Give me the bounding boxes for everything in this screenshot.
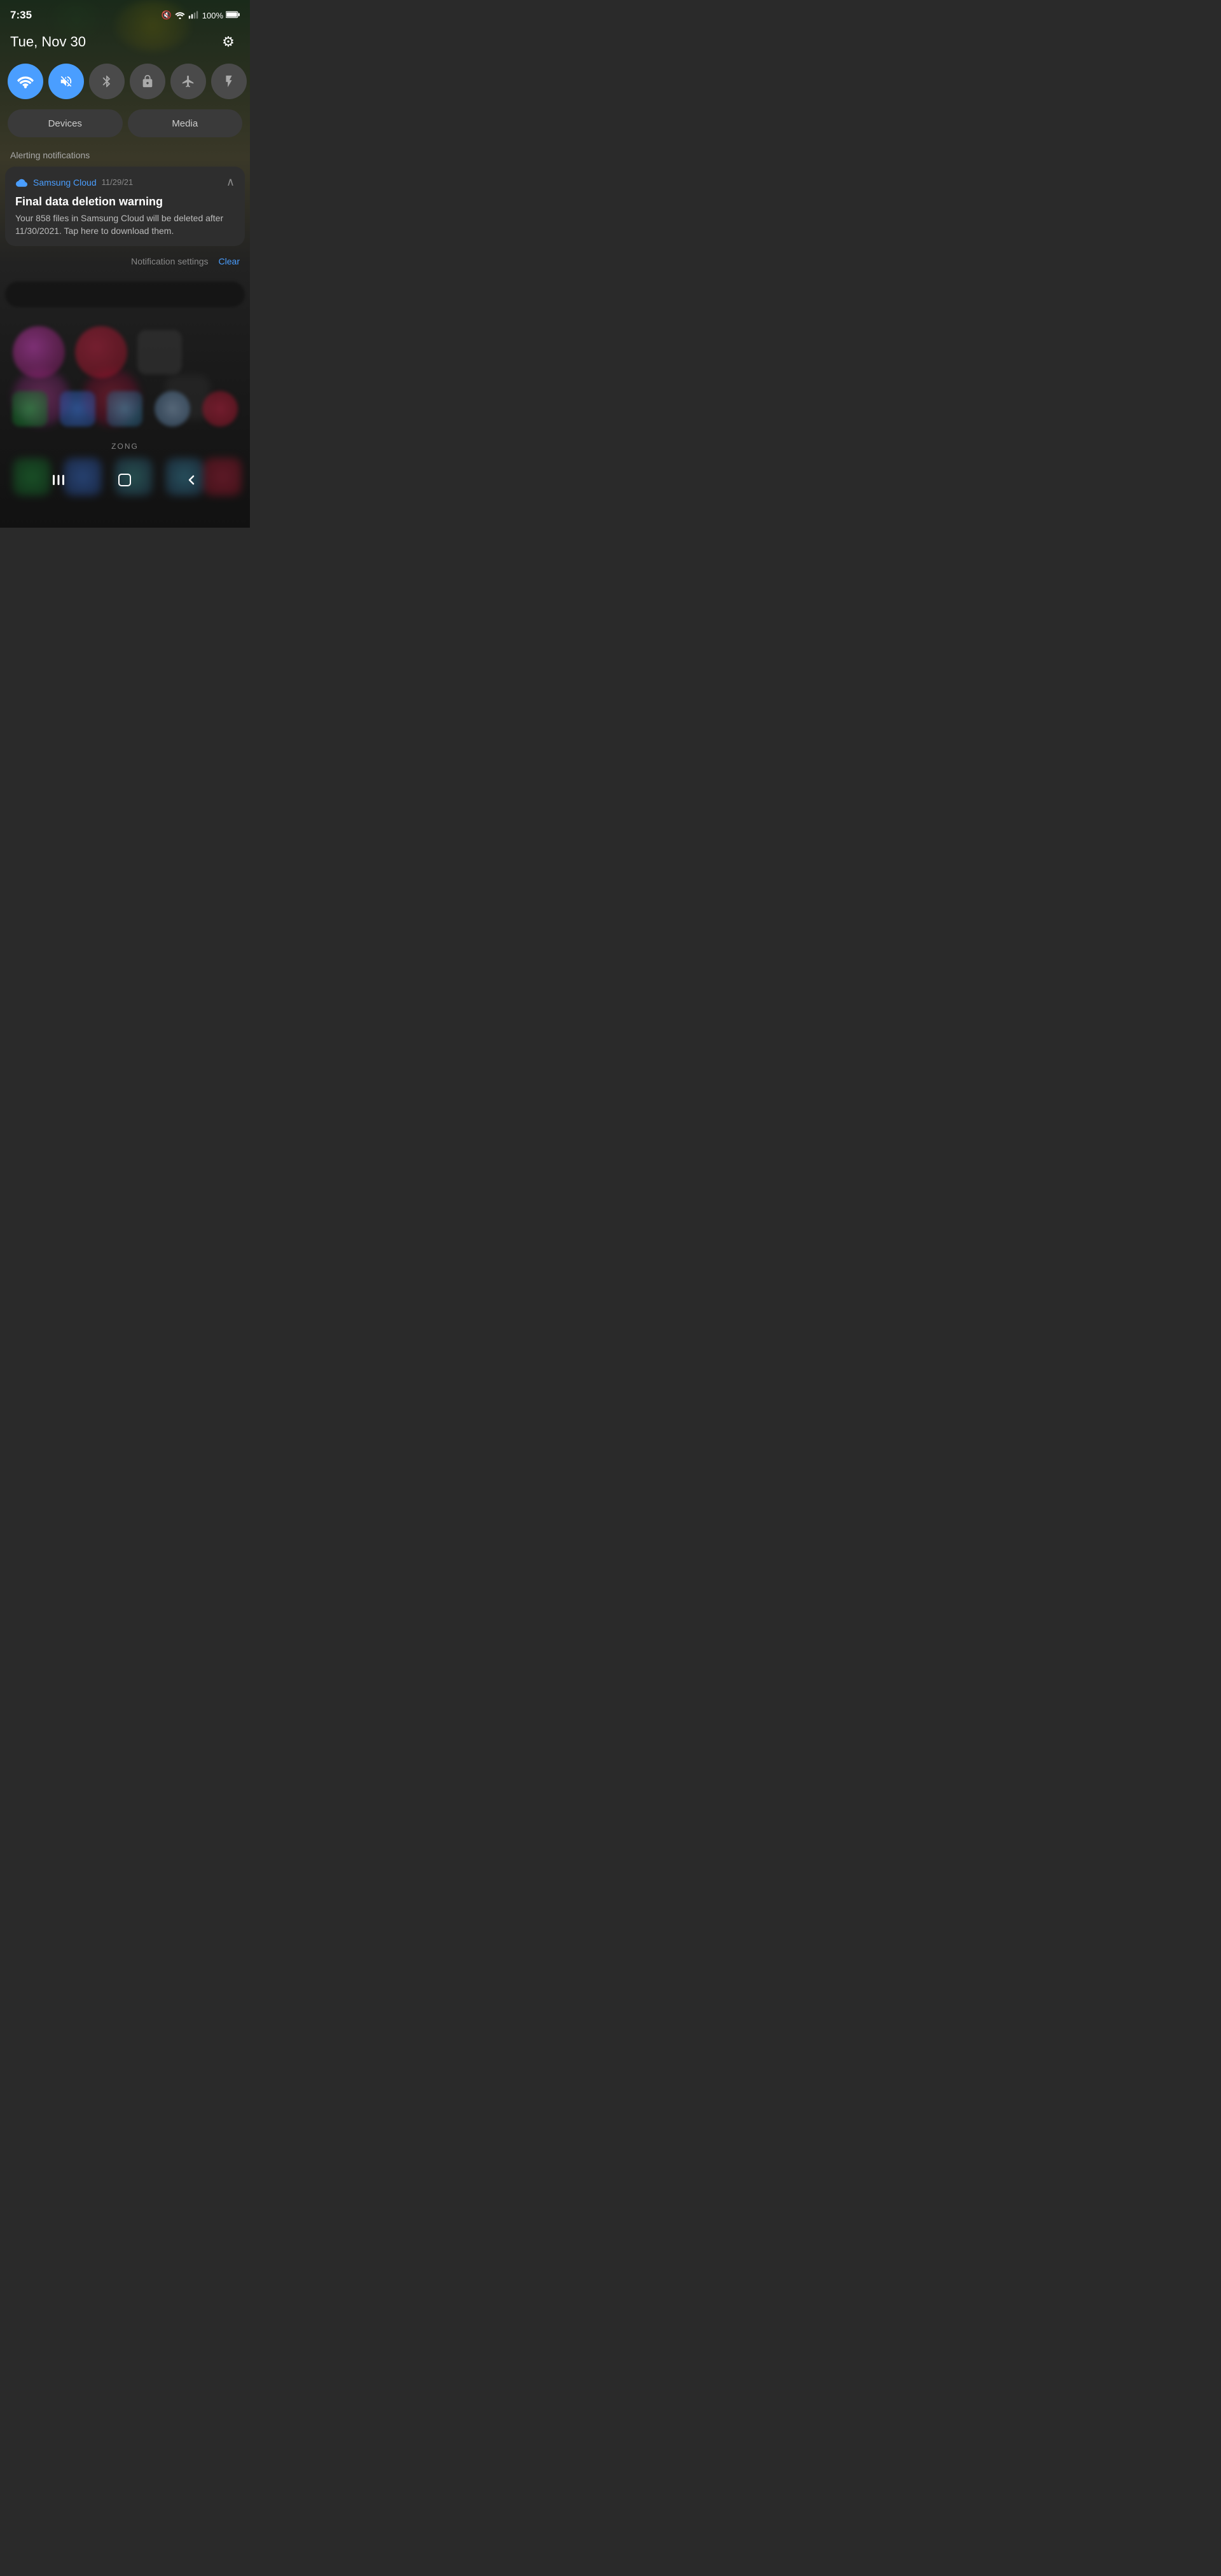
blurred-bottom-app-5: [202, 391, 238, 427]
notification-date: 11/29/21: [102, 177, 134, 187]
notification-settings-button[interactable]: Notification settings: [131, 256, 208, 266]
status-time: 7:35: [10, 9, 32, 22]
devices-button[interactable]: Devices: [8, 109, 123, 137]
navigation-bar: [0, 458, 250, 507]
notification-body: Your 858 files in Samsung Cloud will be …: [15, 212, 235, 237]
battery-text: 100%: [202, 11, 223, 20]
notification-actions: Notification settings Clear: [0, 251, 250, 269]
samsung-cloud-icon: [15, 176, 28, 189]
quick-toggles-row: [0, 64, 250, 109]
wifi-signal-icon: [174, 10, 186, 21]
recent-apps-button[interactable]: [45, 466, 72, 494]
home-button[interactable]: [111, 466, 139, 494]
blurred-app-2: [75, 326, 127, 378]
sound-toggle[interactable]: [48, 64, 84, 99]
battery-icon: [226, 11, 240, 20]
media-button[interactable]: Media: [128, 109, 243, 137]
notification-collapse-chevron[interactable]: ∧: [226, 175, 235, 189]
status-icons: 🔇 100%: [162, 10, 240, 21]
back-button[interactable]: [177, 466, 205, 494]
flashlight-toggle[interactable]: [211, 64, 247, 99]
notification-app-name: Samsung Cloud: [33, 177, 97, 188]
bluetooth-toggle[interactable]: [89, 64, 125, 99]
blurred-app-3: [137, 330, 182, 374]
status-bar: 7:35 🔇 100%: [0, 0, 250, 28]
alerting-notifications-label: Alerting notifications: [0, 147, 250, 167]
date-display: Tue, Nov 30: [10, 34, 86, 50]
device-media-row: Devices Media: [0, 109, 250, 147]
blurred-bottom-app-3: [107, 391, 142, 427]
notification-header: Samsung Cloud 11/29/21 ∧: [15, 175, 235, 189]
carrier-label: ZONG: [0, 437, 250, 458]
blurred-bottom-app-2: [60, 391, 95, 427]
settings-button[interactable]: ⚙: [217, 31, 240, 53]
blurred-app-1: [13, 326, 65, 378]
airplane-toggle[interactable]: [170, 64, 206, 99]
notification-title: Final data deletion warning: [15, 195, 235, 209]
wifi-toggle[interactable]: [8, 64, 43, 99]
notification-header-left: Samsung Cloud 11/29/21: [15, 176, 133, 189]
screen-lock-toggle[interactable]: [130, 64, 165, 99]
blurred-bottom-app-4: [155, 391, 190, 427]
date-row: Tue, Nov 30 ⚙: [0, 28, 250, 64]
mute-icon: 🔇: [162, 10, 172, 20]
signal-icon: [188, 10, 198, 21]
notification-clear-button[interactable]: Clear: [219, 256, 240, 266]
blurred-bottom-app-1: [12, 391, 48, 427]
samsung-cloud-notification[interactable]: Samsung Cloud 11/29/21 ∧ Final data dele…: [5, 167, 245, 246]
blurred-app-bar: [5, 282, 245, 307]
